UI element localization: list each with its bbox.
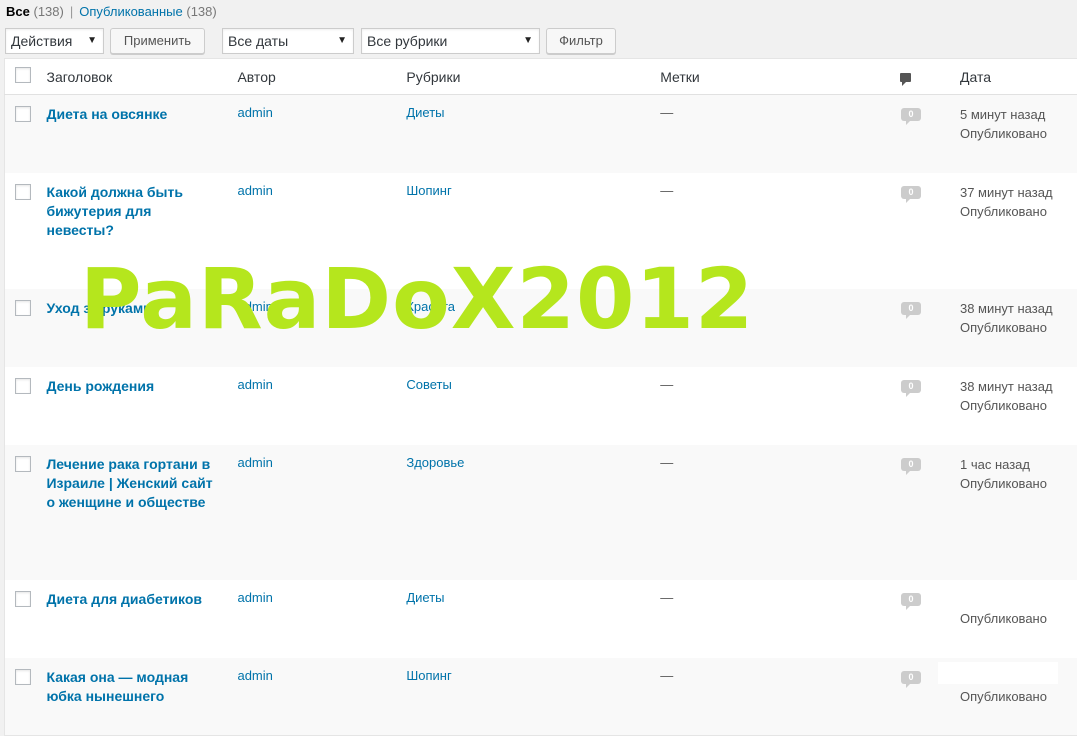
apply-button[interactable]: Применить (110, 28, 205, 54)
comment-count-badge[interactable]: 0 (901, 108, 921, 121)
column-tags: Метки (652, 59, 888, 95)
table-row: День рождения admin Советы — 0 38 минут … (5, 367, 1077, 445)
post-title-link[interactable]: Какая она — модная юбка нынешнего (46, 668, 216, 706)
row-checkbox[interactable] (15, 456, 31, 472)
categories-select[interactable]: Все рубрики ▼ (361, 28, 540, 54)
column-author: Автор (229, 59, 398, 95)
column-comments[interactable] (888, 59, 952, 95)
category-link[interactable]: Советы (406, 377, 451, 392)
author-link[interactable]: admin (237, 105, 272, 120)
post-date: 37 минут назад (960, 183, 1077, 202)
filter-button[interactable]: Фильтр (546, 28, 616, 54)
author-link[interactable]: admin (237, 668, 272, 683)
author-link[interactable]: admin (237, 377, 272, 392)
category-link[interactable]: Здоровье (406, 455, 464, 470)
post-date: 5 минут назад (960, 105, 1077, 124)
category-link[interactable]: Шопинг (406, 183, 451, 198)
filter-all-count: (138) (33, 4, 63, 19)
filter-published-link[interactable]: Опубликованные (138) (79, 4, 216, 19)
column-title[interactable]: Заголовок (38, 59, 229, 95)
watermark-text: PaRaDoX2012 (80, 249, 754, 349)
post-status: Опубликовано (960, 396, 1077, 415)
post-title-link[interactable]: Диета на овсянке (46, 105, 216, 124)
chevron-down-icon: ▼ (523, 29, 533, 53)
select-all-cell (5, 59, 39, 95)
row-checkbox[interactable] (15, 591, 31, 607)
comment-count-badge[interactable]: 0 (901, 186, 921, 199)
comment-count-badge[interactable]: 0 (901, 458, 921, 471)
category-link[interactable]: Шопинг (406, 668, 451, 683)
post-date (960, 590, 1077, 609)
column-date[interactable]: Дата (952, 59, 1077, 95)
table-row: Какая она — модная юбка нынешнего admin … (5, 658, 1077, 736)
chevron-down-icon: ▼ (337, 29, 347, 53)
bulk-actions-value: Действия (11, 33, 72, 49)
row-checkbox[interactable] (15, 669, 31, 685)
post-status: Опубликовано (960, 687, 1077, 706)
post-status: Опубликовано (960, 609, 1077, 628)
table-row: Диета для диабетиков admin Диеты — 0 Опу… (5, 580, 1077, 658)
filter-published-count: (138) (186, 4, 216, 19)
post-title-link[interactable]: Лечение рака гортани в Израиле | Женский… (46, 455, 216, 512)
table-row: Диета на овсянке admin Диеты — 0 5 минут… (5, 95, 1077, 173)
chevron-down-icon: ▼ (87, 29, 97, 53)
redaction-smudge (938, 662, 1058, 684)
comment-count-badge[interactable]: 0 (901, 380, 921, 393)
bulk-actions-select[interactable]: Действия ▼ (5, 28, 104, 54)
post-date: 38 минут назад (960, 299, 1077, 318)
post-title-link[interactable]: Диета для диабетиков (46, 590, 216, 609)
category-link[interactable]: Диеты (406, 105, 444, 120)
comment-count-badge[interactable]: 0 (901, 593, 921, 606)
filter-published-label: Опубликованные (79, 4, 183, 19)
post-status: Опубликовано (960, 474, 1077, 493)
table-row: Лечение рака гортани в Израиле | Женский… (5, 445, 1077, 580)
categories-select-value: Все рубрики (367, 33, 447, 49)
dates-select[interactable]: Все даты ▼ (222, 28, 354, 54)
tags-value: — (652, 580, 888, 658)
tags-value: — (652, 445, 888, 580)
table-header-row: Заголовок Автор Рубрики Метки Дата (5, 59, 1077, 95)
tags-value: — (652, 658, 888, 736)
post-date: 38 минут назад (960, 377, 1077, 396)
row-checkbox[interactable] (15, 106, 31, 122)
post-title-link[interactable]: День рождения (46, 377, 216, 396)
author-link[interactable]: admin (237, 590, 272, 605)
column-categories: Рубрики (398, 59, 652, 95)
row-checkbox[interactable] (15, 184, 31, 200)
post-status: Опубликовано (960, 318, 1077, 337)
post-status: Опубликовано (960, 202, 1077, 221)
post-title-link[interactable]: Какой должна быть бижутерия для невесты? (46, 183, 216, 240)
post-date: 1 час назад (960, 455, 1077, 474)
comment-count-badge[interactable]: 0 (901, 671, 921, 684)
tags-value: — (652, 95, 888, 173)
status-filter-links: Все (138) | Опубликованные (138) (6, 4, 217, 19)
category-link[interactable]: Диеты (406, 590, 444, 605)
table-nav-top: Действия ▼ Применить Все даты ▼ Все рубр… (0, 28, 1077, 56)
select-all-checkbox[interactable] (15, 67, 31, 83)
filter-all-label: Все (6, 4, 30, 19)
row-checkbox[interactable] (15, 300, 31, 316)
tags-value: — (652, 367, 888, 445)
filter-all-link[interactable]: Все (138) (6, 4, 64, 19)
comment-icon (900, 73, 911, 82)
dates-select-value: Все даты (228, 33, 288, 49)
filter-separator: | (70, 4, 73, 19)
author-link[interactable]: admin (237, 183, 272, 198)
post-status: Опубликовано (960, 124, 1077, 143)
row-checkbox[interactable] (15, 378, 31, 394)
posts-table: Заголовок Автор Рубрики Метки Дата Диета… (4, 58, 1077, 736)
comment-count-badge[interactable]: 0 (901, 302, 921, 315)
author-link[interactable]: admin (237, 455, 272, 470)
